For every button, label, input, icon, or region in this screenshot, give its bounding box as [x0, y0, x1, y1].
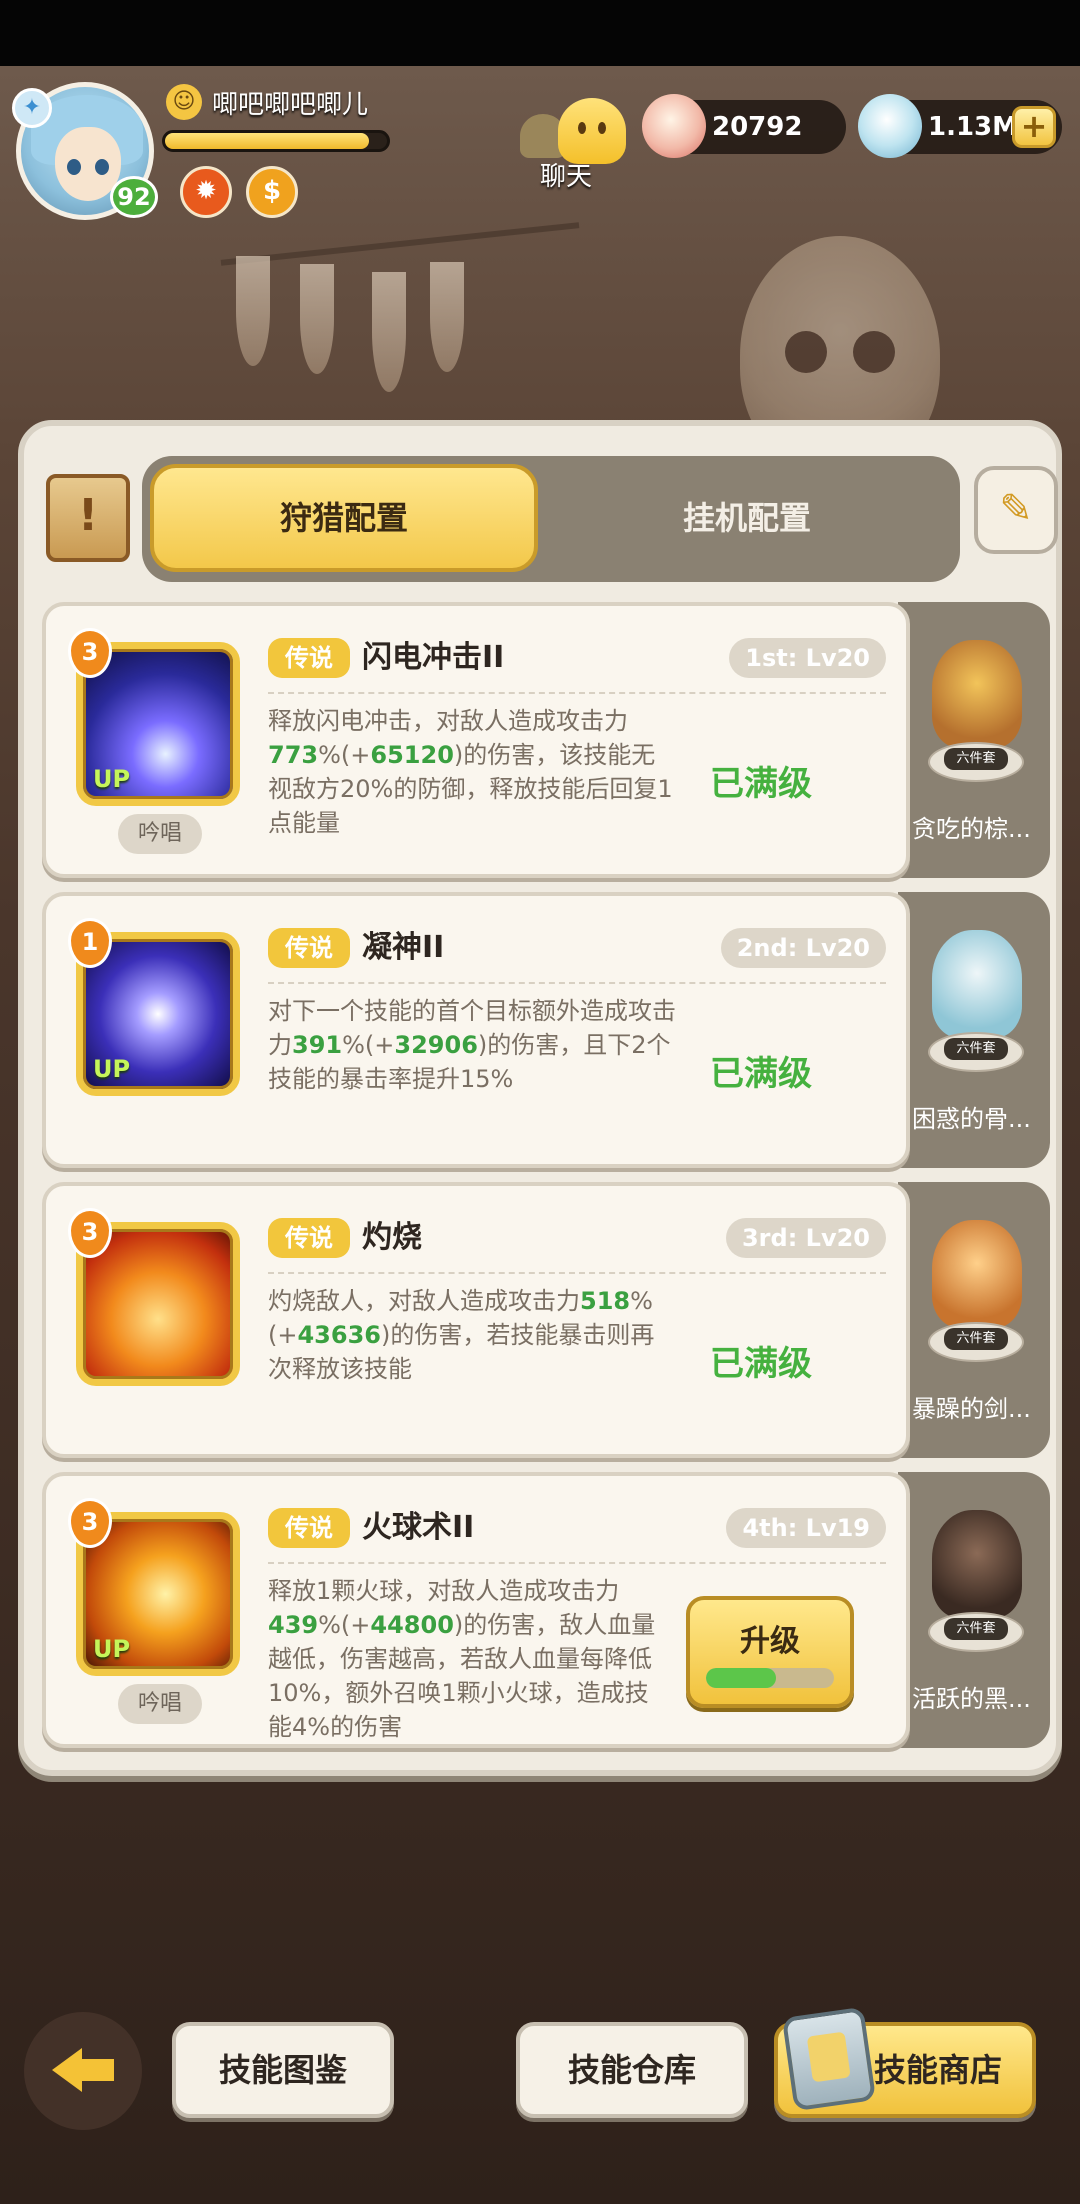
chat-ghost-icon: [558, 98, 626, 164]
skill-slot-level: 2nd: Lv20: [720, 928, 886, 968]
divider: [268, 692, 886, 694]
skill-storage-button[interactable]: 技能仓库: [516, 2022, 748, 2118]
exp-bar-fill: [165, 133, 370, 149]
config-tabs: 狩猎配置 挂机配置: [142, 456, 960, 582]
pet-set-tag: 六件套: [944, 1038, 1008, 1060]
buff-gear-icon[interactable]: ✹: [180, 166, 232, 218]
shop-stone-icon: [781, 2006, 877, 2112]
skill-description: 对下一个技能的首个目标额外造成攻击力391%(+32906)的伤害，且下2个技能…: [268, 997, 676, 1093]
skill-up-label: UP: [93, 1635, 131, 1663]
pet-name: 暴躁的剑...: [912, 1395, 1031, 1423]
pet-set-tag: 六件套: [944, 1618, 1008, 1640]
pet-set-tag: 六件套: [944, 748, 1008, 770]
skill-shop-label: 技能商店: [874, 2051, 1003, 2089]
tab-idle-config[interactable]: 挂机配置: [542, 464, 952, 572]
rarity-tag: 传说: [268, 1218, 350, 1258]
bg-tooth: [300, 264, 334, 374]
skill-card[interactable]: 3 传说 灼烧 3rd: Lv20 灼烧敌人，对敌人造成攻击力518%(+436…: [42, 1182, 910, 1458]
skill-description: 释放1颗火球，对敌人造成攻击力439%(+44800)的伤害，敌人血量越低，伤害…: [268, 1577, 656, 1741]
skill-name: 闪电冲击II: [362, 640, 505, 675]
rarity-tag: 传说: [268, 1508, 350, 1548]
bg-tooth: [372, 272, 406, 392]
skill-card[interactable]: 3 UP 吟唱 传说 火球术II 4th: Lv19 释放1颗火球，对敌人造成攻…: [42, 1472, 910, 1748]
upgrade-progress-bar: [706, 1668, 834, 1688]
pet-name: 困惑的骨...: [912, 1105, 1031, 1133]
max-level-status: 已满级: [710, 1344, 812, 1384]
divider: [268, 982, 886, 984]
bg-tooth: [236, 256, 270, 366]
skill-codex-button[interactable]: 技能图鉴: [172, 2022, 394, 2118]
tab-hunt-config[interactable]: 狩猎配置: [150, 464, 538, 572]
pet-slot[interactable]: 六件套 活跃的黑...: [898, 1472, 1050, 1748]
pet-boar-icon: [932, 1510, 1022, 1618]
skill-name: 火球术II: [362, 1510, 475, 1545]
avatar-eye: [95, 159, 109, 175]
pet-cat-icon: [932, 1220, 1022, 1328]
skill-slot-level: 3rd: Lv20: [725, 1218, 886, 1258]
currency-shells-value: 20792: [712, 112, 803, 142]
skill-config-panel: ! 狩猎配置 挂机配置 ✎ 六件套 贪吃的棕... 3 UP 吟唱 传说 闪电冲…: [18, 420, 1062, 1776]
pet-set-tag: 六件套: [944, 1328, 1008, 1350]
skill-name: 灼烧: [362, 1220, 422, 1255]
skill-card[interactable]: 3 UP 吟唱 传说 闪电冲击II 1st: Lv20 释放闪电冲击，对敌人造成…: [42, 602, 910, 878]
status-bar: [0, 0, 1080, 66]
add-currency-button[interactable]: +: [1012, 106, 1056, 148]
pet-slot[interactable]: 六件套 暴躁的剑...: [898, 1182, 1050, 1458]
skill-up-label: UP: [93, 765, 131, 793]
skill-name: 凝神II: [362, 930, 445, 965]
pet-dragon-icon: [932, 930, 1022, 1038]
back-arrow-icon: [52, 2048, 114, 2092]
divider: [268, 1562, 886, 1564]
skill-list: 六件套 贪吃的棕... 3 UP 吟唱 传说 闪电冲击II 1st: Lv20 …: [42, 602, 1050, 1762]
exp-bar: [162, 130, 390, 152]
bg-tooth: [430, 262, 464, 372]
player-name: 唧吧唧吧唧儿: [212, 90, 369, 120]
skill-slot-level: 1st: Lv20: [729, 638, 886, 678]
gem-icon: [858, 94, 922, 158]
pet-slot[interactable]: 六件套 困惑的骨...: [898, 892, 1050, 1168]
rarity-tag: 传说: [268, 638, 350, 678]
rarity-tag: 传说: [268, 928, 350, 968]
upgrade-button[interactable]: 升级: [686, 1596, 854, 1708]
buff-coin-icon[interactable]: $: [246, 166, 298, 218]
scroll-info-icon[interactable]: !: [46, 474, 130, 562]
chat-label[interactable]: 聊天: [540, 156, 592, 193]
skill-up-label: UP: [93, 1055, 131, 1083]
upgrade-progress-fill: [706, 1668, 777, 1688]
edit-config-button[interactable]: ✎: [974, 466, 1058, 554]
currency-gems-value: 1.13M: [928, 112, 1019, 142]
mood-emoji-icon: ☺: [166, 84, 202, 120]
skill-slot-level: 4th: Lv19: [726, 1508, 886, 1548]
currency-gems: 1.13M +: [858, 94, 1062, 158]
skill-description: 灼烧敌人，对敌人造成攻击力518%(+43636)的伤害，若技能暴击则再次释放该…: [268, 1287, 655, 1383]
skill-shop-button[interactable]: 技能商店: [774, 2006, 1036, 2118]
player-level-badge: 92: [110, 176, 158, 218]
currency-shells: 20792: [642, 94, 846, 158]
pet-bear-icon: [932, 640, 1022, 748]
skill-card[interactable]: 1 UP 传说 凝神II 2nd: Lv20 对下一个技能的首个目标额外造成攻击…: [42, 892, 910, 1168]
max-level-status: 已满级: [710, 764, 812, 804]
max-level-status: 已满级: [710, 1054, 812, 1094]
upgrade-label: 升级: [740, 1624, 800, 1659]
divider: [268, 1272, 886, 1274]
shell-icon: [642, 94, 706, 158]
skill-description: 释放闪电冲击，对敌人造成攻击力773%(+65120)的伤害，该技能无视敌方20…: [268, 707, 673, 837]
back-button[interactable]: [24, 2012, 142, 2130]
pet-name: 贪吃的棕...: [912, 815, 1031, 843]
avatar-eye: [67, 159, 81, 175]
avatar-star-icon: ✦: [12, 88, 52, 128]
pet-slot[interactable]: 六件套 贪吃的棕...: [898, 602, 1050, 878]
pet-name: 活跃的黑...: [912, 1685, 1031, 1713]
chant-tag: 吟唱: [118, 814, 202, 854]
chant-tag: 吟唱: [118, 1684, 202, 1724]
bg-rope: [220, 222, 580, 266]
